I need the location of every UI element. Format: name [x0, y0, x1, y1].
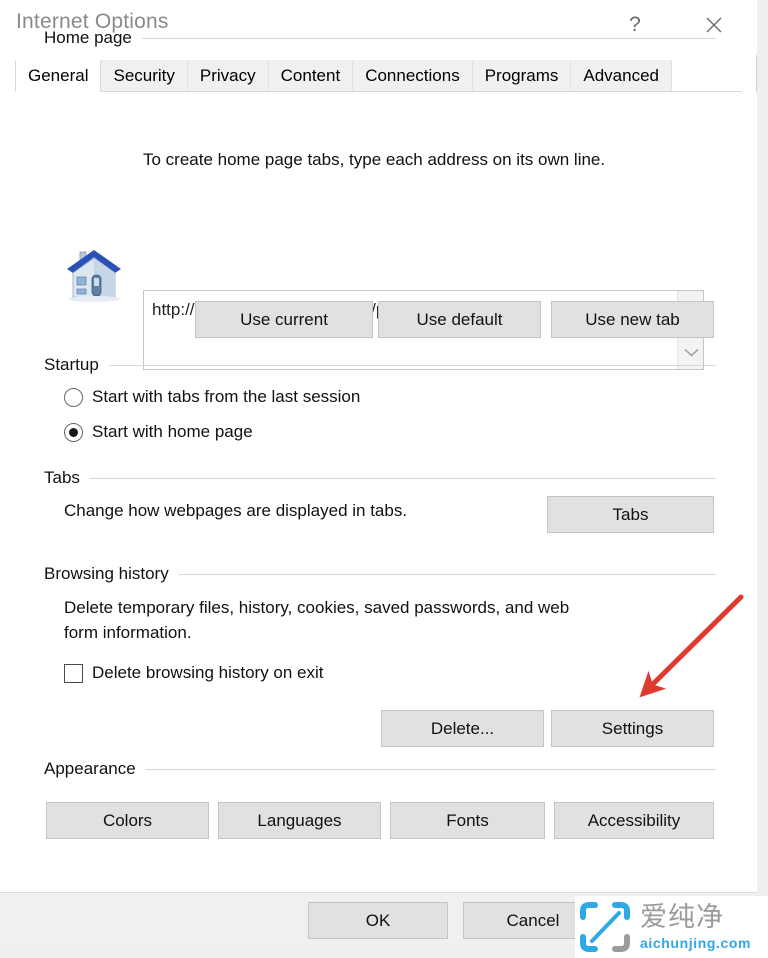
tab-privacy[interactable]: Privacy	[187, 60, 269, 91]
watermark: 爱纯净 aichunjing.com	[575, 896, 768, 958]
tab-programs[interactable]: Programs	[472, 60, 572, 91]
fonts-button[interactable]: Fonts	[390, 802, 545, 839]
colors-button[interactable]: Colors	[46, 802, 209, 839]
radio-start-with-home-page[interactable]: Start with home page	[64, 422, 253, 442]
general-tab-panel: Home page To create home page tabs, type…	[0, 28, 757, 892]
browsing-history-description-line2: form information.	[64, 623, 192, 642]
checkbox-delete-browsing-history-label: Delete browsing history on exit	[92, 663, 324, 682]
tab-security[interactable]: Security	[101, 60, 188, 91]
tab-connections[interactable]: Connections	[353, 60, 473, 91]
checkbox-delete-browsing-history-on-exit[interactable]: Delete browsing history on exit	[64, 663, 324, 683]
use-new-tab-button[interactable]: Use new tab	[551, 301, 714, 338]
internet-options-dialog: Internet Options ? General Security Priv…	[0, 0, 757, 946]
group-rule	[108, 364, 716, 366]
radio-mark-unselected	[64, 387, 83, 407]
tab-advanced[interactable]: Advanced	[571, 60, 673, 91]
delete-button[interactable]: Delete...	[381, 710, 544, 747]
tab-strip: General Security Privacy Content Connect…	[15, 60, 742, 92]
group-rule	[178, 573, 716, 575]
group-header-startup-label: Startup	[44, 355, 99, 374]
languages-button[interactable]: Languages	[218, 802, 381, 839]
group-header-browsing-history-label: Browsing history	[44, 564, 169, 583]
group-rule	[141, 37, 716, 39]
group-header-home-page: Home page	[44, 28, 716, 48]
house-icon	[67, 250, 121, 302]
watermark-text: 爱纯净 aichunjing.com	[640, 904, 751, 950]
group-header-tabs: Tabs	[44, 468, 716, 488]
checkbox-mark-unchecked	[64, 663, 83, 683]
tab-strip-filler	[672, 60, 742, 91]
watermark-domain: aichunjing.com	[640, 935, 752, 951]
radio-start-with-tabs[interactable]: Start with tabs from the last session	[64, 387, 360, 407]
group-header-home-page-label: Home page	[44, 28, 132, 47]
browsing-history-description-line1: Delete temporary files, history, cookies…	[64, 598, 570, 617]
group-header-appearance: Appearance	[44, 759, 716, 779]
watermark-brand-cn: 爱纯净	[640, 902, 724, 933]
tabs-button[interactable]: Tabs	[547, 496, 714, 533]
tab-content[interactable]: Content	[268, 60, 354, 91]
group-header-startup: Startup	[44, 355, 716, 375]
settings-button[interactable]: Settings	[551, 710, 714, 747]
group-rule	[89, 477, 716, 479]
radio-start-with-tabs-label: Start with tabs from the last session	[92, 387, 361, 406]
group-header-browsing-history: Browsing history	[44, 564, 716, 584]
group-rule	[145, 768, 716, 770]
aichunjing-logo-icon	[580, 902, 630, 952]
radio-mark-selected	[64, 422, 83, 442]
group-header-appearance-label: Appearance	[44, 759, 136, 778]
home-page-description: To create home page tabs, type each addr…	[143, 150, 606, 169]
tabs-description: Change how webpages are displayed in tab…	[64, 501, 408, 520]
use-default-button[interactable]: Use default	[378, 301, 541, 338]
use-current-button[interactable]: Use current	[195, 301, 373, 338]
radio-start-with-home-page-label: Start with home page	[92, 422, 253, 441]
group-header-tabs-label: Tabs	[44, 468, 80, 487]
accessibility-button[interactable]: Accessibility	[554, 802, 714, 839]
ok-button[interactable]: OK	[308, 902, 448, 939]
tab-general[interactable]: General	[15, 60, 102, 92]
